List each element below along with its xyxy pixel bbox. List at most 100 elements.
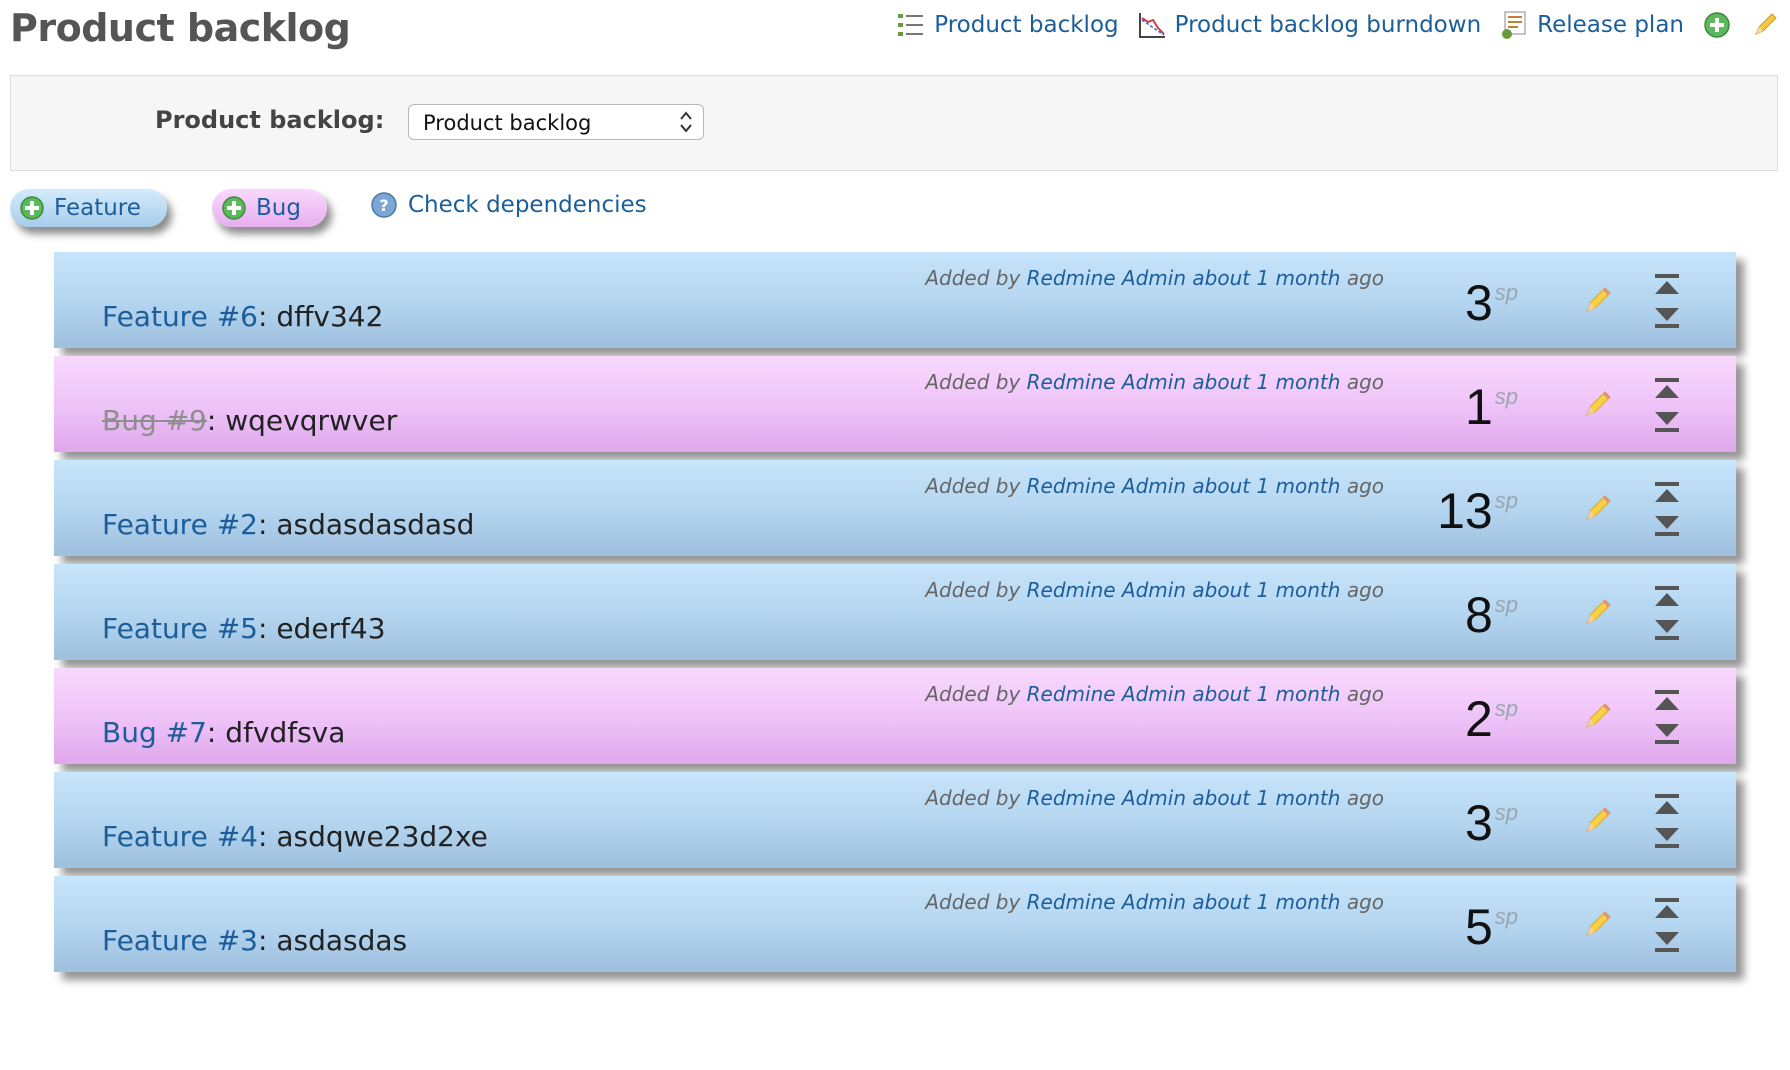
item-meta: Added by Redmine Admin about 1 month ago bbox=[925, 578, 1384, 602]
story-points-value: 3 bbox=[1464, 275, 1493, 331]
edit-pencil-icon[interactable] bbox=[1582, 388, 1614, 420]
story-points-value: 8 bbox=[1464, 587, 1493, 643]
added-time-link[interactable]: about 1 month bbox=[1192, 890, 1340, 914]
move-to-top-icon[interactable] bbox=[1652, 272, 1682, 298]
item-meta: Added by Redmine Admin about 1 month ago bbox=[925, 266, 1384, 290]
move-to-top-icon[interactable] bbox=[1652, 792, 1682, 818]
item-meta: Added by Redmine Admin about 1 month ago bbox=[925, 370, 1384, 394]
burndown-chart-icon bbox=[1138, 13, 1165, 38]
edit-pencil-icon[interactable] bbox=[1582, 804, 1614, 836]
backlog-item[interactable]: Added by Redmine Admin about 1 month ago… bbox=[54, 460, 1736, 556]
author-link[interactable]: Redmine Admin bbox=[1027, 370, 1186, 394]
author-link[interactable]: Redmine Admin bbox=[1027, 266, 1186, 290]
item-title: Feature #4: asdqwe23d2xe bbox=[102, 820, 488, 853]
backlog-item[interactable]: Added by Redmine Admin about 1 month ago… bbox=[54, 876, 1736, 972]
issue-subject: dfvdfsva bbox=[225, 716, 346, 749]
author-link[interactable]: Redmine Admin bbox=[1027, 890, 1186, 914]
backlog-item[interactable]: Added by Redmine Admin about 1 month ago… bbox=[54, 356, 1736, 452]
story-points[interactable]: 3sp bbox=[1408, 794, 1518, 852]
edit-pencil-icon[interactable] bbox=[1582, 700, 1614, 732]
backlog-item[interactable]: Added by Redmine Admin about 1 month ago… bbox=[54, 772, 1736, 868]
move-to-top-icon[interactable] bbox=[1652, 896, 1682, 922]
added-time-link[interactable]: about 1 month bbox=[1192, 370, 1340, 394]
author-link[interactable]: Redmine Admin bbox=[1027, 578, 1186, 602]
add-icon bbox=[20, 196, 44, 220]
edit-pencil-icon[interactable] bbox=[1750, 10, 1780, 40]
added-suffix: ago bbox=[1346, 786, 1384, 810]
added-suffix: ago bbox=[1346, 370, 1384, 394]
added-by-prefix: Added by bbox=[925, 890, 1021, 914]
check-dependencies-link[interactable]: ? Check dependencies bbox=[370, 191, 647, 219]
help-icon: ? bbox=[371, 192, 397, 218]
backlog-item[interactable]: Added by Redmine Admin about 1 month ago… bbox=[54, 252, 1736, 348]
move-to-bottom-icon[interactable] bbox=[1652, 304, 1682, 330]
edit-pencil-icon[interactable] bbox=[1582, 492, 1614, 524]
story-points[interactable]: 5sp bbox=[1408, 898, 1518, 956]
author-link[interactable]: Redmine Admin bbox=[1027, 786, 1186, 810]
add-icon bbox=[222, 196, 246, 220]
nav-release-plan-link[interactable]: Release plan bbox=[1499, 10, 1684, 40]
story-points[interactable]: 1sp bbox=[1408, 378, 1518, 436]
added-time-link[interactable]: about 1 month bbox=[1192, 474, 1340, 498]
added-time-link[interactable]: about 1 month bbox=[1192, 786, 1340, 810]
add-feature-button[interactable]: Feature bbox=[10, 189, 167, 227]
story-points[interactable]: 2sp bbox=[1408, 690, 1518, 748]
move-to-bottom-icon[interactable] bbox=[1652, 720, 1682, 746]
move-to-top-icon[interactable] bbox=[1652, 480, 1682, 506]
added-suffix: ago bbox=[1346, 578, 1384, 602]
action-bar: Feature Bug ? Check dependencies bbox=[10, 189, 1010, 229]
issue-subject: asdqwe23d2xe bbox=[276, 820, 488, 853]
move-to-bottom-icon[interactable] bbox=[1652, 512, 1682, 538]
issue-link[interactable]: Feature #5 bbox=[102, 612, 258, 645]
nav-burndown-link[interactable]: Product backlog burndown bbox=[1137, 10, 1481, 40]
issue-link[interactable]: Feature #4 bbox=[102, 820, 258, 853]
nav-product-backlog-link[interactable]: Product backlog bbox=[896, 10, 1119, 40]
item-meta: Added by Redmine Admin about 1 month ago bbox=[925, 786, 1384, 810]
issue-link[interactable]: Feature #3 bbox=[102, 924, 258, 957]
item-meta: Added by Redmine Admin about 1 month ago bbox=[925, 682, 1384, 706]
product-backlog-select[interactable]: Product backlog bbox=[408, 104, 704, 140]
svg-text:?: ? bbox=[379, 196, 388, 215]
added-time-link[interactable]: about 1 month bbox=[1192, 682, 1340, 706]
author-link[interactable]: Redmine Admin bbox=[1027, 474, 1186, 498]
add-bug-button[interactable]: Bug bbox=[212, 189, 327, 227]
issue-link[interactable]: Feature #2 bbox=[102, 508, 258, 541]
filter-panel: Product backlog: Product backlog bbox=[10, 75, 1778, 171]
edit-pencil-icon[interactable] bbox=[1582, 284, 1614, 316]
move-to-bottom-icon[interactable] bbox=[1652, 824, 1682, 850]
issue-link[interactable]: Bug #9 bbox=[102, 404, 207, 437]
move-to-top-icon[interactable] bbox=[1652, 584, 1682, 610]
edit-pencil-icon[interactable] bbox=[1582, 908, 1614, 940]
title-separator: : bbox=[257, 300, 268, 333]
move-to-bottom-icon[interactable] bbox=[1652, 928, 1682, 954]
title-separator: : bbox=[257, 612, 268, 645]
item-title: Feature #3: asdasdas bbox=[102, 924, 407, 957]
story-points[interactable]: 3sp bbox=[1408, 274, 1518, 332]
added-by-prefix: Added by bbox=[925, 578, 1021, 602]
issue-link[interactable]: Bug #7 bbox=[102, 716, 207, 749]
story-points[interactable]: 8sp bbox=[1408, 586, 1518, 644]
nav-product-backlog-label: Product backlog bbox=[934, 12, 1119, 38]
item-meta: Added by Redmine Admin about 1 month ago bbox=[925, 474, 1384, 498]
top-nav: Product backlog Product backlog burndown… bbox=[896, 10, 1780, 40]
move-to-top-icon[interactable] bbox=[1652, 376, 1682, 402]
story-points[interactable]: 13sp bbox=[1408, 482, 1518, 540]
story-points-unit: sp bbox=[1494, 904, 1518, 929]
backlog-item[interactable]: Added by Redmine Admin about 1 month ago… bbox=[54, 564, 1736, 660]
add-feature-label: Feature bbox=[54, 195, 141, 221]
move-to-top-icon[interactable] bbox=[1652, 688, 1682, 714]
added-time-link[interactable]: about 1 month bbox=[1192, 578, 1340, 602]
title-separator: : bbox=[257, 508, 268, 541]
move-to-bottom-icon[interactable] bbox=[1652, 616, 1682, 642]
move-to-bottom-icon[interactable] bbox=[1652, 408, 1682, 434]
issue-link[interactable]: Feature #6 bbox=[102, 300, 258, 333]
add-icon[interactable] bbox=[1702, 10, 1732, 40]
story-points-unit: sp bbox=[1494, 280, 1518, 305]
added-suffix: ago bbox=[1346, 682, 1384, 706]
author-link[interactable]: Redmine Admin bbox=[1027, 682, 1186, 706]
story-points-value: 2 bbox=[1464, 691, 1493, 747]
backlog-item[interactable]: Added by Redmine Admin about 1 month ago… bbox=[54, 668, 1736, 764]
added-time-link[interactable]: about 1 month bbox=[1192, 266, 1340, 290]
edit-pencil-icon[interactable] bbox=[1582, 596, 1614, 628]
issue-subject: dffv342 bbox=[276, 300, 384, 333]
